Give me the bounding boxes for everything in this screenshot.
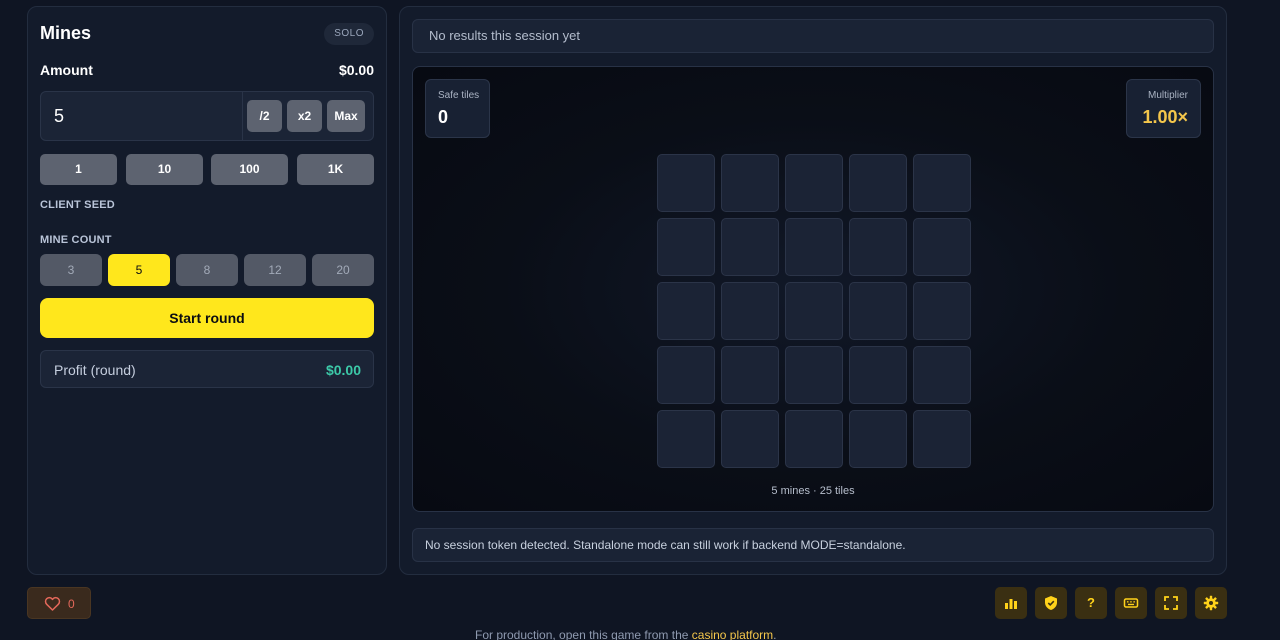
mine-tile[interactable] (721, 218, 779, 276)
mine-tile[interactable] (721, 282, 779, 340)
fullscreen-icon (1164, 596, 1178, 610)
amount-input-group: /2 x2 Max (40, 91, 374, 141)
mine-tile[interactable] (849, 154, 907, 212)
mine-count-3-button[interactable]: 3 (40, 254, 102, 286)
favorite-count: 0 (68, 597, 75, 611)
safe-tiles-card: Safe tiles 0 (425, 79, 490, 138)
amount-label: Amount (40, 62, 93, 78)
mine-tile[interactable] (657, 410, 715, 468)
shield-icon (1045, 596, 1057, 610)
bar-chart-icon (1005, 599, 1017, 609)
session-results-bar: No results this session yet (412, 19, 1214, 53)
mine-count-20-button[interactable]: 20 (312, 254, 374, 286)
game-panel: No results this session yet Safe tiles 0… (399, 6, 1227, 575)
safe-tiles-label: Safe tiles (438, 90, 480, 101)
fullscreen-button[interactable] (1155, 587, 1187, 619)
help-button[interactable]: ? (1075, 587, 1107, 619)
mine-tile[interactable] (913, 346, 971, 404)
multiplier-value: 1.00× (1142, 107, 1188, 127)
bet-amount-input[interactable] (41, 92, 241, 140)
hotkeys-button[interactable] (1115, 587, 1147, 619)
round-profit-box: Profit (round) $0.00 (40, 350, 374, 388)
heart-icon (44, 596, 61, 611)
keyboard-icon (1123, 598, 1139, 608)
session-notice: No session token detected. Standalone mo… (412, 528, 1214, 562)
amount-display: $0.00 (338, 62, 374, 78)
favorite-button[interactable]: 0 (27, 587, 91, 619)
mine-tile[interactable] (849, 282, 907, 340)
mine-tile[interactable] (913, 282, 971, 340)
mine-tile[interactable] (657, 282, 715, 340)
amount-divider (242, 92, 243, 140)
mine-tile[interactable] (849, 346, 907, 404)
mine-count-8-button[interactable]: 8 (176, 254, 238, 286)
profit-label: Profit (round) (54, 362, 136, 378)
mine-tile[interactable] (785, 282, 843, 340)
mine-count-5-button[interactable]: 5 (108, 254, 170, 286)
mine-tile[interactable] (913, 154, 971, 212)
multiplier-card: Multiplier 1.00× (1126, 79, 1201, 138)
mines-board: Safe tiles 0 Multiplier 1.00× 5 mines · … (412, 66, 1214, 512)
mine-tile[interactable] (849, 218, 907, 276)
mine-tile[interactable] (721, 346, 779, 404)
quick-amount-10-button[interactable]: 10 (126, 154, 203, 185)
mine-tile[interactable] (785, 154, 843, 212)
mine-tile[interactable] (785, 346, 843, 404)
help-icon: ? (1087, 595, 1095, 610)
footer-prefix: For production, open this game from the (475, 628, 692, 640)
footer-suffix: . (773, 628, 777, 640)
safe-tiles-value: 0 (438, 107, 449, 127)
mine-tile[interactable] (913, 218, 971, 276)
board-caption: 5 mines · 25 tiles (771, 485, 855, 497)
mine-tile[interactable] (657, 154, 715, 212)
profit-value: $0.00 (325, 362, 361, 378)
halve-amount-button[interactable]: /2 (247, 100, 282, 132)
mine-count-label: MINE COUNT (40, 234, 112, 246)
solo-mode-badge: SOLO (324, 23, 374, 45)
mine-tile[interactable] (913, 410, 971, 468)
mine-tile[interactable] (721, 410, 779, 468)
multiplier-label: Multiplier (1147, 90, 1188, 101)
start-round-button[interactable]: Start round (40, 298, 374, 338)
mine-tile[interactable] (785, 218, 843, 276)
mine-tile[interactable] (657, 346, 715, 404)
mine-tile[interactable] (721, 154, 779, 212)
settings-button[interactable] (1195, 587, 1227, 619)
double-amount-button[interactable]: x2 (287, 100, 322, 132)
quick-amount-1-button[interactable]: 1 (40, 154, 117, 185)
stats-button[interactable] (995, 587, 1027, 619)
mine-tile[interactable] (849, 410, 907, 468)
footer-note: For production, open this game from the … (475, 628, 777, 640)
settings-gear-icon (1203, 595, 1219, 611)
max-amount-button[interactable]: Max (327, 100, 365, 132)
fairness-button[interactable] (1035, 587, 1067, 619)
client-seed-label: CLIENT SEED (40, 199, 115, 211)
casino-platform-link[interactable]: casino platform (692, 628, 773, 640)
quick-amount-1k-button[interactable]: 1K (297, 154, 374, 185)
bet-control-panel: Mines SOLO Amount $0.00 /2 x2 Max 1 10 1… (27, 6, 387, 575)
game-title: Mines (40, 23, 92, 43)
tile-grid (657, 154, 971, 468)
mine-tile[interactable] (785, 410, 843, 468)
quick-amount-100-button[interactable]: 100 (211, 154, 288, 185)
mine-tile[interactable] (657, 218, 715, 276)
mine-count-12-button[interactable]: 12 (244, 254, 306, 286)
